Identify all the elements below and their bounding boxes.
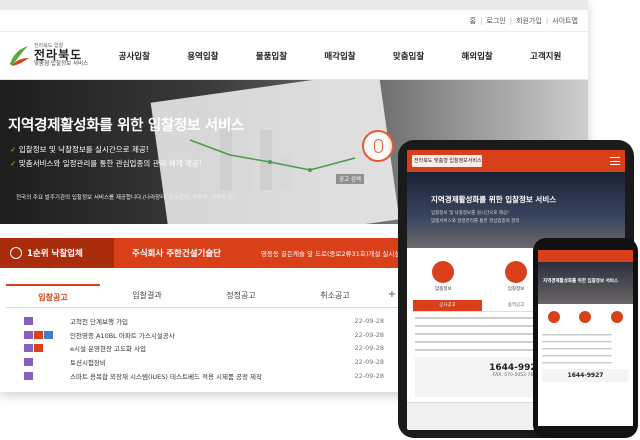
- list-item[interactable]: [542, 360, 629, 365]
- notice-title[interactable]: 토션시험장비: [70, 357, 350, 367]
- phone-customer-center: 1644-9927: [542, 369, 629, 382]
- notice-date: 22-09-28: [354, 358, 384, 367]
- nav-item-support[interactable]: 고객지원: [530, 50, 561, 62]
- nav-item-service[interactable]: 용역입찰: [187, 50, 218, 62]
- tab-bid-notice[interactable]: 입찰공고: [6, 284, 100, 307]
- showcase-stage: 홈 | 로그인 | 회원가입 | 사이트맵 전라북도 입찰 전라북도 맞춤형 입찰정보…: [0, 0, 640, 440]
- notice-date: 22-09-28: [354, 372, 384, 381]
- list-item[interactable]: [542, 353, 629, 358]
- quick-link-label: 입찰정보: [507, 286, 525, 292]
- custom-info-icon[interactable]: [547, 311, 560, 323]
- phone-quick-links: [538, 304, 633, 330]
- util-sitemap-link[interactable]: 사이트맵: [552, 16, 578, 26]
- notice-date: 22-09-28: [354, 330, 384, 339]
- list-item[interactable]: 고척천 단계보행 가입 22-09-28: [24, 314, 384, 328]
- list-item[interactable]: [542, 332, 629, 337]
- custom-info-icon: [432, 260, 455, 283]
- phone-list: [542, 332, 629, 365]
- tablet-hero: 지역경제활성화를 위한 입찰정보 서비스 입찰정보 및 낙찰정보를 실시간으로 …: [407, 172, 625, 248]
- list-item[interactable]: [542, 339, 629, 344]
- browser-frame: [0, 0, 588, 10]
- notice-title[interactable]: 고척천 단계보행 가입: [70, 316, 350, 326]
- logo-leaf-icon: [10, 45, 29, 66]
- nav-item-goods[interactable]: 물품입찰: [256, 50, 287, 62]
- tab-cancel-notice[interactable]: 취소공고: [288, 284, 382, 307]
- rank-label: 1순위 낙찰업체: [27, 249, 83, 259]
- nav-item-construction[interactable]: 공사입찰: [119, 50, 150, 62]
- list-item[interactable]: 토션시험장비 22-09-28: [24, 355, 384, 369]
- hamburger-menu-icon[interactable]: [610, 157, 620, 165]
- logo-title: 전라북도: [34, 47, 83, 62]
- hero-bullet-2: 맞춤서비스와 일정관리를 통한 관심업종의 관리 체계 제공!: [10, 158, 202, 169]
- tablet-hero-title: 지역경제활성화를 위한 입찰정보 서비스: [431, 195, 557, 204]
- tablet-tab-construction[interactable]: 공사공고: [413, 300, 482, 311]
- rank-winner[interactable]: 주식회사 주한건설기술단: [132, 247, 221, 259]
- utility-nav: 홈 | 로그인 | 회원가입 | 사이트맵: [0, 10, 588, 32]
- notice-date: 22-09-28: [354, 344, 384, 353]
- logo-tagline: 맞춤형 입찰정보 서비스: [34, 60, 89, 67]
- category-tags: [24, 316, 70, 325]
- nav-item-overseas[interactable]: 해외입찰: [461, 50, 492, 62]
- category-tags: [24, 372, 70, 381]
- category-tags: [24, 358, 70, 367]
- phone-screen: 지역경제활성화를 위한 입찰정보 서비스 1644-9927: [538, 250, 633, 426]
- hero-title: 지역경제활성화를 위한 입찰정보 서비스: [8, 118, 244, 134]
- util-login-link[interactable]: 로그인: [486, 16, 505, 26]
- tab-bid-result[interactable]: 입찰결과: [100, 284, 194, 307]
- phone-hero: 지역경제활성화를 위한 입찰정보 서비스: [538, 262, 633, 304]
- notice-date: 22-09-28: [354, 316, 384, 325]
- medal-icon: [10, 247, 22, 259]
- list-item[interactable]: 스마트 용복합 외장재 시스템(IUES) 테스트베드 적용 시제품 공정 제작…: [24, 369, 384, 383]
- phone-hero-title: 지역경제활성화를 위한 입찰정보 서비스: [543, 279, 619, 284]
- rank-badge: 1순위 낙찰업체: [0, 238, 114, 268]
- site-logo[interactable]: 전라북도 입찰 전라북도 맞춤형 입찰정보 서비스: [0, 43, 100, 68]
- rank-project[interactable]: 영등동 골든캐슬 앞 도로(중로2류31호)개설 실시설: [261, 248, 400, 258]
- nav-item-sale[interactable]: 매각입찰: [324, 50, 355, 62]
- award-info-icon[interactable]: [611, 311, 624, 323]
- hero-pill-label: 공고 검색: [336, 174, 364, 184]
- hero-description: 전국의 주요 발주기관의 입찰정보 서비스를 제공합니다.(나라장터, 한국전력…: [16, 195, 236, 201]
- notice-tabs: 입찰공고 입찰결과 정정공고 취소공고 +: [6, 284, 402, 308]
- notice-title[interactable]: 스마트 용복합 외장재 시스템(IUES) 테스트베드 적용 시제품 공정 제작: [70, 371, 350, 381]
- notice-list: 고척천 단계보행 가입 22-09-28 인천영종 A10BL 아파트 가스시설…: [24, 314, 384, 383]
- category-tags: [24, 330, 70, 339]
- tablet-hero-line-1: 입찰정보 및 낙찰정보를 실시간으로 제공!: [431, 211, 509, 216]
- main-nav: 공사입찰 용역입찰 물품입찰 매각입찰 맞춤입찰 해외입찰 고객지원: [100, 50, 588, 62]
- quick-link-bid[interactable]: 입찰정보: [504, 260, 527, 292]
- bid-info-icon[interactable]: [579, 311, 592, 323]
- hero-bullet-1: 입찰정보 및 낙찰정보를 실시간으로 제공!: [10, 144, 149, 155]
- phone-header: [538, 250, 633, 262]
- util-home-link[interactable]: 홈: [470, 16, 476, 26]
- nav-item-custom[interactable]: 맞춤입찰: [393, 50, 424, 62]
- notice-title[interactable]: 인천영종 A10BL 아파트 가스시설공사: [70, 330, 350, 340]
- list-item[interactable]: 인천영종 A10BL 아파트 가스시설공사 22-09-28: [24, 328, 384, 342]
- util-join-link[interactable]: 회원가입: [516, 16, 542, 26]
- list-item[interactable]: e시설 운영현장 고도화 사업 22-09-28: [24, 342, 384, 356]
- phone-mockup: 지역경제활성화를 위한 입찰정보 서비스 1644-9927: [533, 238, 638, 438]
- tablet-header: 전라북도 맞춤형 입찰정보서비스: [407, 150, 625, 172]
- mouse-icon: [362, 130, 394, 162]
- tablet-logo[interactable]: 전라북도 맞춤형 입찰정보서비스: [412, 155, 482, 167]
- category-tags: [24, 344, 70, 353]
- bid-info-icon: [504, 260, 527, 283]
- tab-correction-notice[interactable]: 정정공고: [194, 284, 288, 307]
- notice-title[interactable]: e시설 운영현장 고도화 사업: [70, 343, 350, 353]
- site-header: 전라북도 입찰 전라북도 맞춤형 입찰정보 서비스 공사입찰 용역입찰 물품입찰…: [0, 32, 588, 80]
- list-item[interactable]: [542, 346, 629, 351]
- quick-link-custom[interactable]: 맞춤정보: [432, 260, 455, 292]
- phone-phone-number[interactable]: 1644-9927: [542, 372, 629, 379]
- tablet-hero-line-2: 맞춤서비스와 일정관리를 통한 관심업종의 관리: [431, 219, 520, 224]
- quick-link-label: 맞춤정보: [435, 286, 452, 292]
